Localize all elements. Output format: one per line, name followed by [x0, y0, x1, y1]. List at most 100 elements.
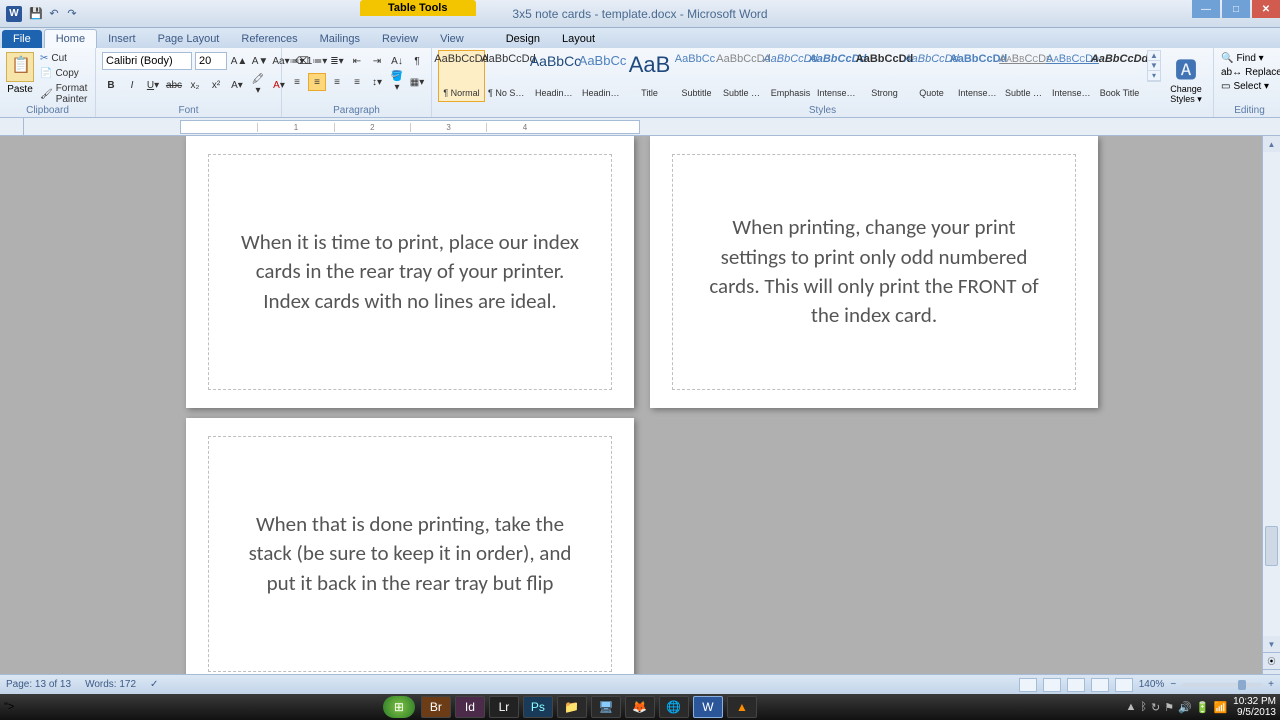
- proofing-icon[interactable]: ✓: [150, 679, 158, 690]
- prev-page-icon[interactable]: ⦿: [1263, 652, 1280, 669]
- shading-button[interactable]: 🪣▾: [388, 73, 406, 91]
- volume-icon[interactable]: 🔊: [1178, 701, 1192, 714]
- draft-view-button[interactable]: [1115, 678, 1133, 692]
- tab-file[interactable]: File: [2, 30, 42, 48]
- style-item[interactable]: AaBbCcDdEmphasis: [767, 50, 814, 102]
- find-button[interactable]: 🔍 Find ▾: [1220, 52, 1265, 65]
- style-item[interactable]: AaBbCcDdIntense E...: [814, 50, 861, 102]
- taskbar-app-vlc[interactable]: ▲: [727, 696, 757, 718]
- borders-button[interactable]: ▦▾: [408, 73, 426, 91]
- network-icon[interactable]: 📶: [1213, 701, 1227, 714]
- taskbar-app-lightroom[interactable]: Lr: [489, 696, 519, 718]
- taskbar-app-word[interactable]: W: [693, 696, 723, 718]
- style-item[interactable]: AaBbCcHeading 1: [532, 50, 579, 102]
- bullets-button[interactable]: ≔▾: [288, 52, 306, 70]
- scroll-up-icon[interactable]: ▲: [1148, 51, 1160, 61]
- style-item[interactable]: AaBbCcHeading 2: [579, 50, 626, 102]
- numbering-button[interactable]: 1≔▾: [308, 52, 326, 70]
- style-item[interactable]: AaBbCcDdIntense R...: [1049, 50, 1096, 102]
- styles-gallery[interactable]: AaBbCcDd¶ NormalAaBbCcDd¶ No Spaci...AaB…: [438, 50, 1143, 102]
- tab-insert[interactable]: Insert: [97, 30, 147, 48]
- tab-mailings[interactable]: Mailings: [309, 30, 371, 48]
- taskbar-app-firefox[interactable]: 🦊: [625, 696, 655, 718]
- tab-review[interactable]: Review: [371, 30, 429, 48]
- grow-font-button[interactable]: A▲: [230, 52, 248, 70]
- zoom-out-button[interactable]: −: [1170, 679, 1176, 690]
- save-icon[interactable]: 💾: [28, 6, 44, 22]
- document-area[interactable]: When it is time to print, place our inde…: [0, 136, 1280, 686]
- align-right-button[interactable]: ≡: [328, 73, 346, 91]
- line-spacing-button[interactable]: ↕▾: [368, 73, 386, 91]
- show-marks-button[interactable]: ¶: [408, 52, 426, 70]
- outline-view-button[interactable]: [1091, 678, 1109, 692]
- zoom-slider[interactable]: [1182, 683, 1262, 687]
- vertical-scrollbar[interactable]: ▲ ▼ ⦿ ▼: [1262, 136, 1280, 686]
- horizontal-ruler[interactable]: 1234: [180, 120, 640, 134]
- highlight-button[interactable]: 🖍▾: [249, 76, 267, 94]
- scroll-down-icon[interactable]: ▼: [1263, 636, 1280, 652]
- increase-indent-button[interactable]: ⇥: [368, 52, 386, 70]
- word-count[interactable]: Words: 172: [85, 679, 136, 690]
- italic-button[interactable]: I: [123, 76, 141, 94]
- tab-references[interactable]: References: [230, 30, 308, 48]
- maximize-button[interactable]: □: [1222, 0, 1250, 18]
- scroll-up-icon[interactable]: ▲: [1263, 136, 1280, 152]
- tab-page-layout[interactable]: Page Layout: [147, 30, 231, 48]
- copy-button[interactable]: Copy: [38, 67, 89, 80]
- tray-icon[interactable]: ⚑: [1164, 701, 1174, 714]
- minimize-button[interactable]: —: [1192, 0, 1220, 18]
- style-item[interactable]: AaBbCcDdStrong: [861, 50, 908, 102]
- taskbar-app-photoshop[interactable]: Ps: [523, 696, 553, 718]
- print-layout-view-button[interactable]: [1019, 678, 1037, 692]
- style-item[interactable]: AaBbCcDd¶ Normal: [438, 50, 485, 102]
- style-item[interactable]: AaBbCcDdSubtle Em...: [720, 50, 767, 102]
- tab-view[interactable]: View: [429, 30, 475, 48]
- web-layout-view-button[interactable]: [1067, 678, 1085, 692]
- page-status[interactable]: Page: 13 of 13: [6, 679, 71, 690]
- table-cell[interactable]: When that is done printing, take the sta…: [208, 436, 612, 672]
- taskbar-app-chrome[interactable]: 🌐: [659, 696, 689, 718]
- paste-button[interactable]: Paste: [6, 50, 34, 95]
- style-item[interactable]: AaBbCcDdIntense Q...: [955, 50, 1002, 102]
- card-text[interactable]: When that is done printing, take the sta…: [237, 510, 583, 598]
- change-styles-button[interactable]: 🅰 Change Styles ▾: [1165, 50, 1207, 105]
- scrollbar-thumb[interactable]: [1265, 526, 1278, 566]
- select-button[interactable]: ▭ Select ▾: [1220, 80, 1270, 93]
- style-item[interactable]: AaBbCcDd¶ No Spaci...: [485, 50, 532, 102]
- tab-layout[interactable]: Layout: [551, 30, 606, 48]
- justify-button[interactable]: ≡: [348, 73, 366, 91]
- style-item[interactable]: AaBbCcDdSubtle Ref...: [1002, 50, 1049, 102]
- tab-home[interactable]: Home: [44, 29, 97, 48]
- text-effects-button[interactable]: A▾: [228, 76, 246, 94]
- table-cell[interactable]: When it is time to print, place our inde…: [208, 154, 612, 390]
- expand-gallery-icon[interactable]: ▾: [1148, 71, 1160, 81]
- battery-icon[interactable]: 🔋: [1196, 701, 1210, 714]
- style-item[interactable]: AaBbCcDdBook Title: [1096, 50, 1143, 102]
- shrink-font-button[interactable]: A▼: [251, 52, 269, 70]
- styles-scroll[interactable]: ▲ ▼ ▾: [1147, 50, 1161, 82]
- taskbar-app-indesign[interactable]: Id: [455, 696, 485, 718]
- zoom-in-button[interactable]: +: [1268, 679, 1274, 690]
- card-text[interactable]: When it is time to print, place our inde…: [237, 228, 583, 316]
- tray-icon[interactable]: ▲: [1125, 701, 1136, 714]
- clock[interactable]: 10:32 PM 9/5/2013: [1233, 696, 1276, 718]
- align-left-button[interactable]: ≡: [288, 73, 306, 91]
- cut-button[interactable]: Cut: [38, 52, 89, 65]
- style-item[interactable]: AaBbCc.Subtitle: [673, 50, 720, 102]
- index-card[interactable]: When it is time to print, place our inde…: [186, 136, 634, 408]
- replace-button[interactable]: ab↔ Replace: [1220, 66, 1280, 79]
- taskbar-app-generic[interactable]: 🖥: [591, 696, 621, 718]
- index-card[interactable]: When that is done printing, take the sta…: [186, 418, 634, 686]
- taskbar-app-bridge[interactable]: Br: [421, 696, 451, 718]
- full-screen-view-button[interactable]: [1043, 678, 1061, 692]
- table-cell[interactable]: When printing, change your print setting…: [672, 154, 1076, 390]
- redo-icon[interactable]: ↷: [64, 6, 80, 22]
- close-button[interactable]: ✕: [1252, 0, 1280, 18]
- tab-design[interactable]: Design: [495, 30, 551, 48]
- underline-button[interactable]: U▾: [144, 76, 162, 94]
- index-card[interactable]: When printing, change your print setting…: [650, 136, 1098, 408]
- subscript-button[interactable]: x₂: [186, 76, 204, 94]
- decrease-indent-button[interactable]: ⇤: [348, 52, 366, 70]
- sort-button[interactable]: A↓: [388, 52, 406, 70]
- strikethrough-button[interactable]: abc: [165, 76, 183, 94]
